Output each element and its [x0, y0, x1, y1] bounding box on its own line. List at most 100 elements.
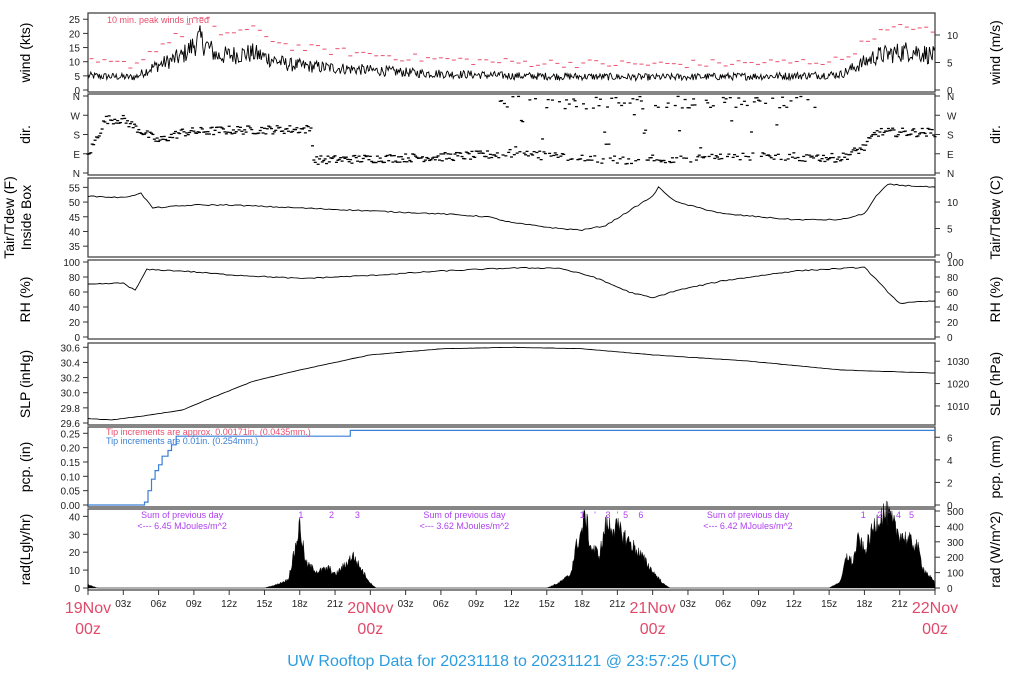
y-tick-label-pcp: 0.05: [61, 487, 81, 498]
y-tick-label-dir: N: [73, 169, 80, 180]
y-tick-label-temp: 45: [69, 213, 81, 224]
rad-daily-sum-label: Sum of previous day: [141, 510, 224, 520]
rad-hour-mark: 1: [298, 510, 303, 520]
y-tick-label-right-rad: 500: [947, 507, 964, 518]
y-axis-label-right-wind: wind (m/s): [987, 20, 1003, 86]
y-axis-label-right-slp: SLP (hPa): [987, 352, 1003, 416]
day-hour-label: 00z: [75, 621, 101, 638]
y-axis-label-temp: Tair/Tdew (F): [1, 176, 17, 258]
y-tick-label-right-rad: 300: [947, 538, 964, 549]
y-axis-label-right-rh: RH (%): [987, 277, 1003, 323]
day-label: 19Nov: [65, 600, 111, 617]
x-tick-label: 18z: [292, 599, 308, 610]
y-tick-label-right-rh: 80: [947, 273, 959, 284]
y-tick-label-right-slp: 1030: [947, 357, 970, 368]
x-tick-label: 21z: [327, 599, 343, 610]
y-axis-label-dir: dir.: [17, 125, 33, 144]
rad-hour-mark: ': [594, 510, 596, 520]
slp-line: [87, 346, 936, 421]
y-tick-label-rad: 30: [69, 530, 81, 541]
y-axis-label-right-rad: rad (W/m^2): [987, 511, 1003, 588]
panel-frame-wind: [87, 12, 936, 93]
y-tick-label-right-rh: 100: [947, 258, 964, 269]
y-tick-label-rad: 10: [69, 566, 81, 577]
x-tick-label: 09z: [750, 599, 766, 610]
y-axis-label-right-dir: dir.: [987, 125, 1003, 144]
y-tick-label-right-rad: 400: [947, 522, 964, 533]
y-tick-label-slp: 30.6: [61, 343, 81, 354]
x-tick-label: 21z: [609, 599, 625, 610]
rad-hour-mark: 2: [877, 510, 882, 520]
y-tick-label-right-pcp: 6: [947, 433, 953, 444]
y-tick-label-rh: 100: [63, 258, 80, 269]
y-tick-label-pcp: 0.10: [61, 472, 81, 483]
x-tick-label: 15z: [539, 599, 555, 610]
rad-hour-mark: 3: [355, 510, 360, 520]
y-axis-label-rad: rad(Lgly/hr): [17, 514, 33, 586]
rad-daily-sum-label: Sum of previous day: [707, 510, 790, 520]
rad-hour-mark: 3: [605, 510, 610, 520]
y-tick-label-right-dir: S: [947, 131, 954, 142]
y-tick-label-right-wind: 5: [947, 58, 953, 69]
rad-hour-mark: 5: [909, 510, 914, 520]
y-tick-label-slp: 30.0: [61, 389, 81, 400]
panel-frame-temp: [87, 177, 936, 258]
x-tick-label: 21z: [892, 599, 908, 610]
x-tick-label: 12z: [786, 599, 802, 610]
rad-hour-mark: 4: [896, 510, 901, 520]
rad-hour-mark: 2: [329, 510, 334, 520]
y-tick-label-right-rh: 0: [947, 333, 953, 344]
wind-speed-line: [87, 25, 936, 83]
y-tick-label-slp: 30.2: [61, 374, 81, 385]
x-tick-label: 06z: [433, 599, 449, 610]
y-axis-label-slp: SLP (inHg): [17, 350, 33, 418]
y-tick-label-rh: 20: [69, 318, 81, 329]
y-tick-label-dir: N: [73, 92, 80, 103]
x-tick-label: 15z: [821, 599, 837, 610]
panel-frame-slp: [87, 342, 936, 426]
rad-daily-sum-value: <--- 6.42 MJoules/m^2: [703, 521, 793, 531]
y-tick-label-right-rad: 200: [947, 553, 964, 564]
x-tick-label: 15z: [256, 599, 272, 610]
y-axis-label-pcp: pcp. (in): [17, 442, 33, 493]
y-tick-label-wind: 20: [69, 29, 81, 40]
y-tick-label-right-rh: 60: [947, 288, 959, 299]
x-tick-label: 12z: [503, 599, 519, 610]
x-tick-label: 09z: [468, 599, 484, 610]
y-axis-label-right-pcp: pcp. (mm): [987, 436, 1003, 499]
y-tick-label-wind: 25: [69, 15, 81, 26]
day-hour-label: 00z: [922, 621, 948, 638]
rad-daily-sum-value: <--- 3.62 MJoules/m^2: [420, 521, 510, 531]
y-tick-label-right-rad: 0: [947, 584, 953, 595]
y-tick-label-pcp: 0.15: [61, 458, 81, 469]
y-tick-label-right-dir: E: [947, 150, 954, 161]
panel-frame-rh: [87, 259, 936, 340]
pcp-note-new: Tip increments are 0.01in. (0.254mm.): [106, 436, 258, 446]
y-tick-label-right-dir: N: [947, 92, 954, 103]
x-tick-label: 03z: [115, 599, 131, 610]
rad-hour-mark: ': [617, 510, 619, 520]
y-axis-label-rh: RH (%): [17, 277, 33, 323]
y-tick-label-temp: 35: [69, 242, 81, 253]
chart-title: UW Rooftop Data for 20231118 to 20231121…: [287, 653, 736, 670]
y-tick-label-wind: 5: [74, 72, 80, 83]
rad-hour-mark: 1: [580, 510, 585, 520]
y-axis-label-right-temp: Tair/Tdew (C): [987, 175, 1003, 259]
rad-hour-mark: 1: [861, 510, 866, 520]
y-tick-label-dir: W: [71, 111, 81, 122]
y-tick-label-rad: 0: [74, 584, 80, 595]
y-tick-label-rad: 40: [69, 512, 81, 523]
y-tick-label-temp: 40: [69, 227, 81, 238]
day-label: 21Nov: [630, 600, 676, 617]
x-tick-label: 03z: [398, 599, 414, 610]
x-tick-label: 12z: [221, 599, 237, 610]
y-tick-label-pcp: 0.25: [61, 429, 81, 440]
day-label: 20Nov: [347, 600, 393, 617]
x-tick-label: 06z: [715, 599, 731, 610]
rad-daily-sum-value: <--- 6.45 MJoules/m^2: [137, 521, 227, 531]
y-tick-label-temp: 50: [69, 198, 81, 209]
y-tick-label-right-slp: 1020: [947, 380, 970, 391]
y-tick-label-pcp: 0.20: [61, 444, 81, 455]
rad-hour-mark: ': [888, 510, 890, 520]
y-tick-label-right-dir: W: [947, 111, 957, 122]
